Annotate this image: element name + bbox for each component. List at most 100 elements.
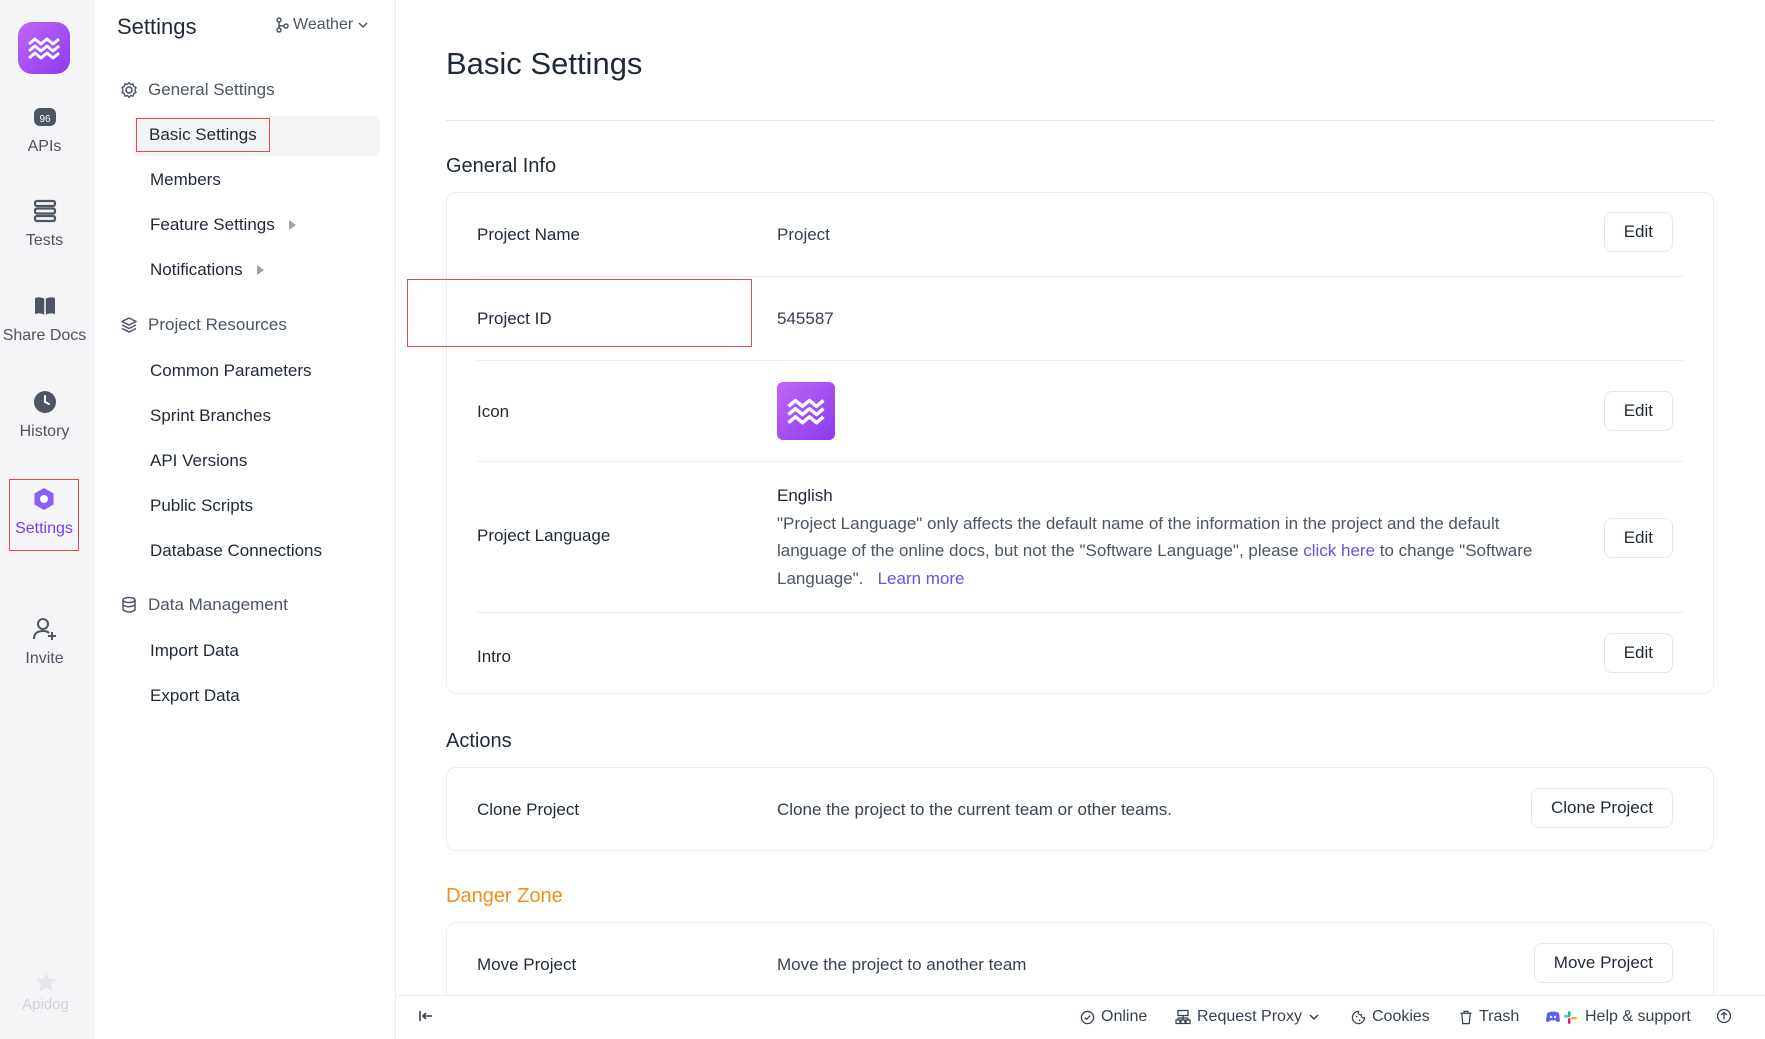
edit-project-name-button[interactable]: Edit (1603, 212, 1673, 252)
trash-label: Trash (1479, 1008, 1520, 1025)
arrow-up-circle-icon (1716, 1008, 1732, 1024)
nav-item-label: Common Parameters (150, 361, 312, 380)
nav-section-project-resources[interactable]: Project Resources (120, 315, 287, 335)
request-proxy-label: Request Proxy (1197, 1008, 1302, 1025)
proxy-icon (1175, 1009, 1191, 1025)
nav-item-common-parameters[interactable]: Common Parameters (150, 361, 312, 381)
collapse-sidebar-button[interactable] (418, 1008, 434, 1024)
api-icon: 96 (33, 108, 56, 126)
cookie-icon (1351, 1010, 1366, 1024)
general-info-heading: General Info (446, 155, 557, 177)
nav-item-public-scripts[interactable]: Public Scripts (150, 496, 253, 516)
rail-label: Share Docs (2, 327, 87, 344)
chevron-down-icon (1309, 1014, 1319, 1021)
click-here-link[interactable]: click here (1303, 541, 1375, 560)
nav-item-label: Members (150, 170, 221, 189)
row-icon: Icon Edit (477, 361, 1683, 462)
nav-item-label: API Versions (150, 451, 248, 470)
online-label: Online (1101, 1008, 1148, 1025)
rail-item-settings[interactable]: Settings (9, 479, 79, 551)
row-intro: Intro Edit (477, 613, 1683, 695)
tests-icon (33, 199, 56, 223)
edit-intro-button[interactable]: Edit (1603, 633, 1673, 673)
rail-item-tests[interactable]: Tests (0, 198, 89, 250)
database-icon (122, 596, 136, 613)
actions-heading: Actions (446, 730, 512, 752)
app-logo[interactable] (18, 22, 70, 74)
clone-project-button[interactable]: Clone Project (1530, 788, 1673, 828)
rail-label: Tests (25, 232, 64, 249)
gear-icon (121, 81, 137, 99)
caret-right-icon (256, 265, 264, 275)
help-support-button[interactable]: Help & support (1545, 1008, 1691, 1026)
project-id-highlight-box (407, 279, 752, 347)
page-title: Basic Settings (446, 46, 643, 81)
nav-item-feature-settings[interactable]: Feature Settings (150, 215, 296, 235)
actions-card: Clone Project Clone the project to the c… (446, 767, 1714, 851)
trash-icon (1460, 1010, 1472, 1024)
nav-item-api-versions[interactable]: API Versions (150, 451, 247, 471)
project-name-label: Project Name (477, 225, 580, 244)
nav-item-label: Notifications (150, 260, 243, 279)
nav-item-basic-settings[interactable]: Basic Settings (136, 118, 270, 152)
rail-item-invite[interactable]: Invite (0, 616, 89, 668)
clone-project-description: Clone the project to the current team or… (777, 800, 1172, 819)
settings-icon (34, 488, 54, 510)
project-id-value: 545587 (777, 309, 834, 328)
rail-item-apis[interactable]: 96 APIs (0, 104, 89, 156)
row-project-name: Project Name Project Edit (477, 193, 1683, 277)
row-clone-project: Clone Project Clone the project to the c… (477, 768, 1683, 852)
help-support-label: Help & support (1585, 1008, 1691, 1025)
clone-project-label: Clone Project (477, 800, 580, 819)
nav-item-members[interactable]: Members (150, 170, 221, 190)
main-content: Basic Settings General Info Project Name… (396, 0, 1765, 1022)
nav-section-general[interactable]: General Settings (120, 80, 275, 100)
nav-item-import-data[interactable]: Import Data (150, 641, 239, 661)
caret-right-icon (288, 220, 296, 230)
nav-item-label: Export Data (150, 686, 240, 705)
edit-language-button[interactable]: Edit (1603, 518, 1673, 558)
layers-icon (121, 317, 137, 333)
nav-item-label: Feature Settings (150, 215, 275, 234)
general-info-card: Project Name Project Edit Project ID 545… (446, 192, 1714, 694)
cookies-button[interactable]: Cookies (1351, 1008, 1430, 1026)
nav-item-label: Import Data (150, 641, 239, 660)
danger-zone-heading: Danger Zone (446, 885, 563, 907)
online-status[interactable]: Online (1080, 1008, 1147, 1026)
nav-item-sprint-branches[interactable]: Sprint Branches (150, 406, 271, 426)
status-bar: Online Request Proxy Cookies Trash Help … (396, 995, 1765, 1039)
rail-label: History (19, 423, 70, 440)
rail-label: Invite (25, 650, 64, 667)
logo-waves-icon (28, 37, 60, 60)
svg-text:96: 96 (39, 114, 51, 125)
nav-title: Settings (117, 14, 197, 39)
nav-section-label: General Settings (148, 80, 275, 99)
rail-item-share-docs[interactable]: Share Docs (0, 293, 89, 345)
project-name-value: Project (777, 225, 830, 244)
nav-item-label: Basic Settings (149, 125, 257, 144)
nav-item-database-connections[interactable]: Database Connections (150, 541, 322, 561)
clock-icon (33, 391, 56, 413)
trash-button[interactable]: Trash (1459, 1008, 1519, 1026)
check-circle-icon (1080, 1010, 1095, 1024)
settings-nav: Settings Weather General Settings Basic … (95, 0, 396, 1039)
row-project-language: Project Language English "Project Langua… (477, 462, 1683, 613)
learn-more-link[interactable]: Learn more (878, 569, 965, 588)
project-waves-icon (787, 398, 825, 425)
nav-item-export-data[interactable]: Export Data (150, 686, 240, 706)
nav-item-notifications[interactable]: Notifications (150, 260, 264, 280)
move-project-description: Move the project to another team (777, 955, 1027, 974)
project-icon-image (777, 382, 835, 440)
branch-selector[interactable]: Weather (275, 16, 369, 34)
rail-item-history[interactable]: History (0, 389, 89, 441)
upload-button[interactable] (1716, 1008, 1732, 1024)
move-project-label: Move Project (477, 955, 577, 974)
brand-mark-icon (34, 972, 57, 992)
edit-icon-button[interactable]: Edit (1603, 391, 1673, 431)
nav-section-label: Project Resources (148, 315, 287, 334)
move-project-button[interactable]: Move Project (1533, 943, 1673, 983)
project-language-label: Project Language (477, 526, 611, 545)
rail-label: Settings (15, 520, 73, 537)
request-proxy-selector[interactable]: Request Proxy (1175, 1008, 1320, 1026)
nav-section-data-management[interactable]: Data Management (120, 595, 288, 615)
